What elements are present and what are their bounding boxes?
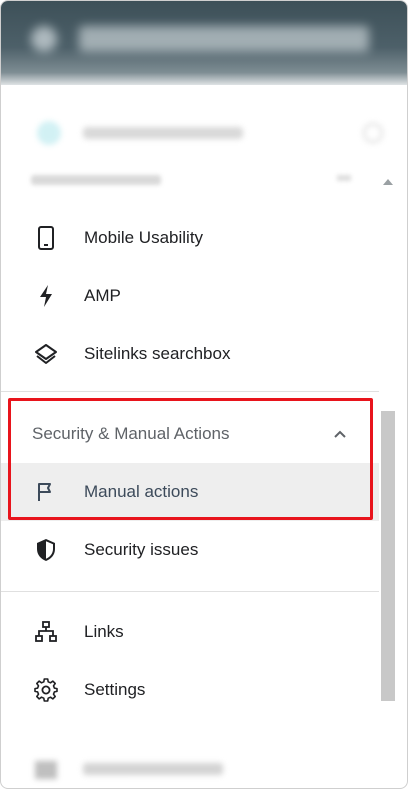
app-header xyxy=(1,1,407,85)
scrollbar-thumb[interactable] xyxy=(381,411,395,701)
shield-icon xyxy=(33,537,59,563)
feedback-icon xyxy=(35,761,57,779)
sitemap-icon xyxy=(33,619,59,645)
scrollbar[interactable] xyxy=(381,169,395,729)
sidebar-item-label: Settings xyxy=(84,680,146,699)
sidebar-item-manual-actions[interactable]: Manual actions xyxy=(1,463,379,521)
sidebar-item-label: Mobile Usability xyxy=(84,228,204,247)
sidebar-item-mobile-usability[interactable]: Mobile Usability xyxy=(1,209,379,267)
sidebar-item-label: Sitelinks searchbox xyxy=(84,344,231,363)
app-window: Mobile Usability AMP Sitelinks searchbox… xyxy=(0,0,408,789)
mobile-phone-icon xyxy=(33,225,59,251)
blurred-app-title xyxy=(79,26,369,52)
blurred-footer-label xyxy=(83,763,223,775)
gear-icon xyxy=(33,677,59,703)
sidebar-item-label: Security issues xyxy=(84,540,199,559)
scroll-up-arrow-icon[interactable] xyxy=(383,179,393,185)
sidebar-item-links[interactable]: Links xyxy=(1,603,379,661)
chevron-up-icon xyxy=(337,175,351,181)
sidebar-item-label: Manual actions xyxy=(84,482,199,501)
sidebar-item-sitelinks-searchbox[interactable]: Sitelinks searchbox xyxy=(1,325,379,383)
blurred-header-content xyxy=(31,19,369,59)
menu-icon xyxy=(31,26,57,52)
blurred-section-heading xyxy=(31,175,161,185)
dropdown-icon xyxy=(363,123,383,143)
divider xyxy=(1,591,379,592)
property-favicon-icon xyxy=(37,121,61,145)
lightning-bolt-icon xyxy=(33,283,59,309)
property-selector[interactable] xyxy=(1,105,407,161)
sidebar-item-security-issues[interactable]: Security issues xyxy=(1,521,379,579)
sidebar-item-label: AMP xyxy=(84,286,121,305)
section-header-security-manual-actions[interactable]: Security & Manual Actions xyxy=(1,405,379,463)
layers-icon xyxy=(33,341,59,367)
section-title: Security & Manual Actions xyxy=(32,424,230,443)
blurred-footer-item xyxy=(1,743,379,788)
sidebar-item-amp[interactable]: AMP xyxy=(1,267,379,325)
sidebar-nav: Mobile Usability AMP Sitelinks searchbox… xyxy=(1,169,379,788)
blurred-property-name xyxy=(83,127,243,139)
flag-icon xyxy=(33,479,59,505)
sidebar-item-settings[interactable]: Settings xyxy=(1,661,379,719)
sidebar-item-label: Links xyxy=(84,622,124,641)
chevron-up-icon xyxy=(331,425,349,443)
divider xyxy=(1,391,379,392)
